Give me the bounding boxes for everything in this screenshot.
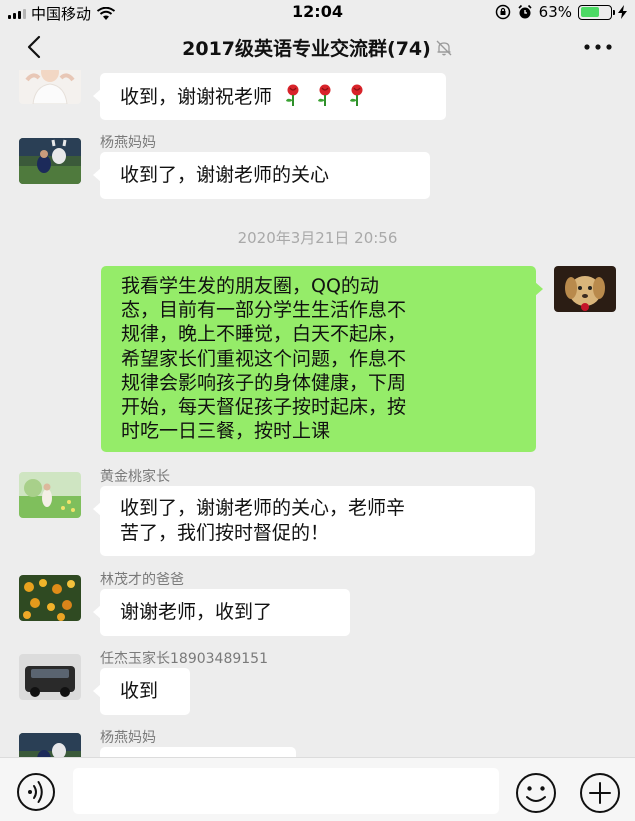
message-line: 我看学生发的朋友圈，QQ的动 <box>121 275 379 297</box>
sender-name: 黄金桃家长 <box>100 469 170 485</box>
more-icon[interactable] <box>581 36 615 58</box>
rose-icon <box>350 84 363 106</box>
message-bubble[interactable]: 收到了，谢谢老师的关心 <box>93 152 430 199</box>
orientation-lock-icon <box>495 4 510 20</box>
timestamp: 2020年3月21日 20:56 <box>237 229 398 247</box>
message-line: 收到了，谢谢老师的关心，老师辛 <box>120 497 406 519</box>
message-bubble-outgoing[interactable]: 我看学生发的朋友圈，QQ的动 态，目前有一部分学生生活作息不 规律，晚上不睡觉，… <box>101 266 543 452</box>
sender-avatar[interactable] <box>19 654 81 700</box>
rose-icon <box>318 84 331 106</box>
message-line: 规律会影响孩子的身体健康，下周 <box>121 371 407 394</box>
message-text: 收到了，谢谢老师的关心 <box>120 164 330 186</box>
message-text: 谢谢老师，收到了 <box>120 601 273 623</box>
emoji-icon[interactable] <box>515 772 557 814</box>
sender-avatar[interactable] <box>19 472 81 518</box>
message-line: 规律，晚上不睡觉，白天不起床， <box>121 323 407 346</box>
sender-name: 任杰玉家长18903489151 <box>100 651 268 667</box>
input-bar <box>0 757 635 821</box>
group-title-text: 2017级英语专业交流群(74) <box>182 38 431 60</box>
sender-name: 林茂才的爸爸 <box>100 572 184 588</box>
sender-avatar[interactable] <box>19 138 81 184</box>
voice-icon[interactable] <box>16 772 56 812</box>
message-line: 希望家长们重视这个问题，作息不 <box>121 347 407 370</box>
message-line: 时吃一日三餐，按时上课 <box>121 420 331 443</box>
message-text: 收到，谢谢祝老师 <box>120 86 273 108</box>
group-title: 2017级英语专业交流群(74) <box>0 34 635 61</box>
message-line: 苦了，我们按时督促的！ <box>120 522 330 544</box>
sender-name: 杨燕妈妈 <box>100 135 156 151</box>
rose-icon <box>286 84 299 106</box>
status-bar: 中国移动 12:04 63% <box>0 0 635 24</box>
message-bubble[interactable]: 收到 <box>93 668 190 715</box>
chat-header: 2017级英语专业交流群(74) <box>0 24 635 70</box>
status-right: 63% <box>495 3 627 21</box>
message-text: 收到 <box>120 680 159 702</box>
message-bubble[interactable]: 谢谢老师，收到了 <box>93 589 350 636</box>
alarm-icon <box>518 4 532 19</box>
message-input[interactable] <box>73 768 499 814</box>
battery-fill <box>580 7 599 17</box>
charging-icon <box>618 5 627 19</box>
sender-name: 杨燕妈妈 <box>100 730 156 746</box>
mute-icon <box>436 40 452 56</box>
sender-avatar[interactable] <box>19 733 81 757</box>
sender-avatar[interactable] <box>19 70 81 104</box>
my-avatar[interactable] <box>554 266 616 312</box>
battery-icon <box>578 4 615 20</box>
sender-avatar[interactable] <box>19 575 81 621</box>
battery-percent: 63% <box>538 3 572 21</box>
message-line: 态，目前有一部分学生生活作息不 <box>121 299 407 322</box>
message-bubble[interactable]: 收到了，谢谢老师的关心，老师辛 苦了，我们按时督促的！ <box>93 486 535 556</box>
chat-message-list[interactable]: 收到，谢谢祝老师 杨燕妈妈 收到了，谢谢老师的关心 2020年3月21日 20:… <box>0 70 635 757</box>
plus-icon[interactable] <box>579 772 621 814</box>
message-bubble[interactable]: 收到，谢谢祝老师 <box>93 73 446 120</box>
message-bubble[interactable] <box>100 747 296 757</box>
message-line: 开始，每天督促孩子按时起床，按 <box>121 396 407 419</box>
